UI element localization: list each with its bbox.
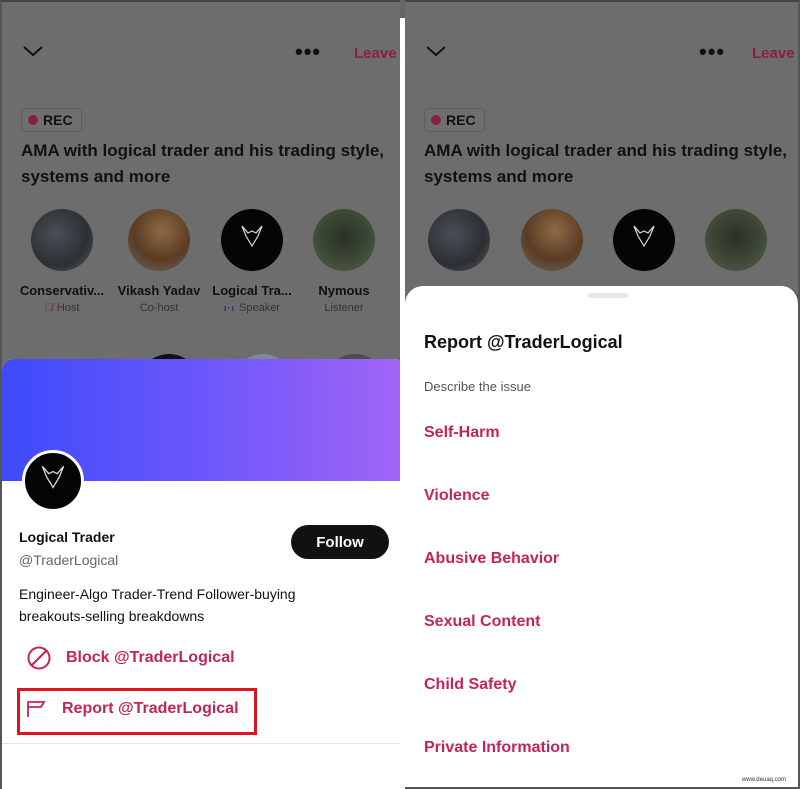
avatar (221, 209, 283, 271)
profile-bio: Engineer-Algo Trader-Trend Follower-buyi… (19, 586, 296, 624)
report-option-violence[interactable]: Violence (424, 487, 490, 505)
avatar (31, 209, 93, 271)
report-option-abusive-behavior[interactable]: Abusive Behavior (424, 550, 559, 568)
report-subtitle: Describe the issue (424, 379, 531, 394)
report-user-button[interactable]: Report @TraderLogical (26, 699, 239, 719)
report-label: Report @TraderLogical (62, 700, 239, 717)
report-option-private-information[interactable]: Private Information (424, 739, 570, 757)
speaker-role: Co-host (139, 302, 179, 314)
divider (2, 743, 406, 744)
space-title: AMA with logical trader and his trading … (21, 141, 385, 186)
rec-label: REC (446, 112, 476, 128)
follow-button[interactable]: Follow (291, 525, 389, 559)
sheet-drag-handle[interactable] (588, 293, 628, 298)
report-option-child-safety[interactable]: Child Safety (424, 676, 516, 694)
block-icon (27, 646, 51, 670)
chevron-down-icon[interactable] (22, 44, 44, 58)
speaker-name: Nymous (318, 283, 370, 298)
avatar (613, 209, 675, 271)
avatar (128, 209, 190, 271)
speaker-list: Conservativ... 🎙̸ Host Vikash Yadav Co-ho… (2, 209, 400, 329)
block-user-button[interactable]: Block @TraderLogical (26, 645, 235, 671)
report-title: Report @TraderLogical (424, 332, 623, 352)
flag-icon (27, 701, 46, 717)
space-top-bar: ••• Leave (2, 40, 400, 70)
rec-badge: REC (424, 108, 485, 132)
chevron-down-icon[interactable] (425, 44, 447, 58)
profile-sheet: Logical Trader @TraderLogical Follow Eng… (2, 359, 406, 789)
block-label: Block @TraderLogical (66, 649, 235, 666)
speaker-role: Listener (324, 302, 364, 314)
speaker-name: Logical Tra... (212, 283, 292, 298)
profile-avatar[interactable] (22, 450, 84, 512)
speaker-role: Host (56, 302, 80, 314)
speaker-item[interactable]: Conservativ... 🎙̸ Host (12, 209, 112, 314)
speaker-item[interactable] (686, 209, 786, 271)
more-options-icon[interactable]: ••• (699, 41, 725, 63)
speaker-name: Vikash Yadav (117, 283, 201, 298)
watermark: www.deuaq.com (741, 777, 786, 783)
report-option-self-harm[interactable]: Self-Harm (424, 424, 500, 442)
wolf-logo-icon (633, 225, 655, 247)
speaker-item[interactable]: Vikash Yadav Co-host (109, 209, 209, 314)
profile-handle: @TraderLogical (19, 552, 119, 568)
mic-off-icon: 🎙̸ (44, 302, 53, 314)
avatar (428, 209, 490, 271)
speaker-item[interactable]: Logical Tra... ı·ı Speaker (202, 209, 302, 314)
rec-badge: REC (21, 108, 82, 132)
speaker-name: Conservativ... (19, 283, 105, 298)
report-sheet: Report @TraderLogical Describe the issue… (405, 286, 800, 789)
speaker-item[interactable]: Nymous Listener (294, 209, 394, 314)
profile-name: Logical Trader (19, 529, 115, 545)
rec-dot-icon (431, 115, 441, 125)
speaker-item[interactable] (502, 209, 602, 271)
speaker-role: Speaker (239, 302, 280, 314)
avatar (521, 209, 583, 271)
leave-button[interactable]: Leave (354, 45, 397, 62)
space-top-bar: ••• Leave (405, 40, 798, 70)
space-title: AMA with logical trader and his trading … (424, 141, 788, 186)
rec-dot-icon (28, 115, 38, 125)
report-option-sexual-content[interactable]: Sexual Content (424, 613, 540, 631)
speaker-item[interactable] (409, 209, 509, 271)
wolf-logo-icon (41, 465, 65, 489)
speaker-item[interactable] (594, 209, 694, 271)
more-options-icon[interactable]: ••• (295, 41, 321, 63)
rec-label: REC (43, 112, 73, 128)
wolf-logo-icon (241, 225, 263, 247)
leave-button[interactable]: Leave (752, 45, 795, 62)
avatar (705, 209, 767, 271)
avatar (313, 209, 375, 271)
speaking-bars-icon: ı·ı (224, 303, 235, 313)
